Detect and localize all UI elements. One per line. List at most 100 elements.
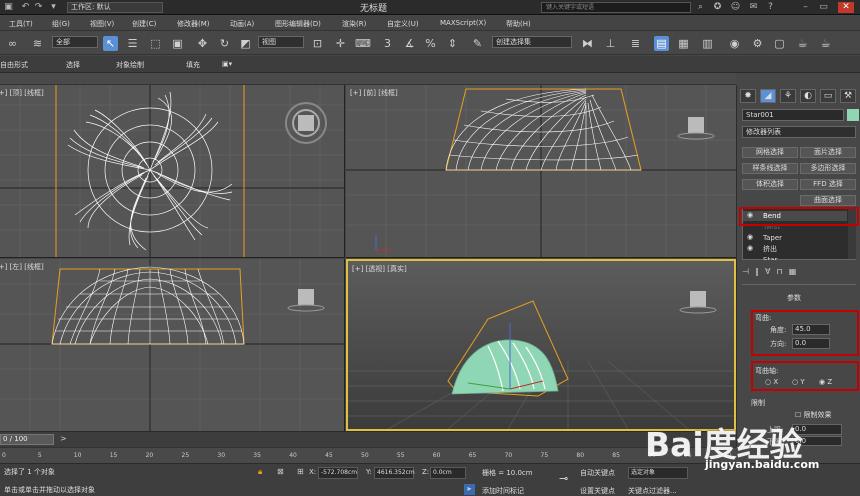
viewcube-perspective[interactable] bbox=[679, 291, 717, 314]
ref-coord-dropdown[interactable]: 视图 bbox=[258, 36, 304, 48]
rollout-title[interactable]: 参数 bbox=[787, 293, 801, 303]
show-end-result-icon[interactable]: ‖ bbox=[755, 267, 765, 276]
isolate-icon[interactable]: ⊠ bbox=[277, 467, 284, 476]
auto-key-button[interactable]: 自动关键点 bbox=[580, 468, 615, 478]
key-mode-dropdown[interactable]: 选定对象 bbox=[628, 467, 688, 479]
material-editor-icon[interactable]: ◉ bbox=[727, 36, 742, 51]
set-key-icon[interactable]: ⊸ bbox=[559, 472, 568, 485]
scale-icon[interactable]: ◩ bbox=[238, 36, 253, 51]
window-crossing-icon[interactable]: ▣ bbox=[170, 36, 185, 51]
modifier-list-dropdown[interactable]: 修改器列表 bbox=[742, 126, 856, 138]
select-object-icon[interactable]: ↖ bbox=[103, 36, 118, 51]
pivot-center-icon[interactable]: ⊡ bbox=[310, 36, 325, 51]
menu-graph-editors[interactable]: 图形编辑器(D) bbox=[275, 19, 321, 29]
maximize-icon[interactable]: ▭ bbox=[818, 2, 829, 13]
menu-maxscript[interactable]: MAXScript(X) bbox=[440, 19, 486, 27]
selection-filter-dropdown[interactable]: 全部 bbox=[52, 36, 98, 48]
ffd-select-button[interactable]: FFD 选择 bbox=[800, 179, 856, 190]
stack-eye-icon[interactable]: ◉ bbox=[747, 233, 753, 241]
align-icon[interactable]: ⊥ bbox=[603, 36, 618, 51]
close-icon[interactable]: ✕ bbox=[838, 2, 854, 13]
tab-object-paint[interactable]: 对象绘制 bbox=[116, 60, 144, 70]
viewport-left[interactable]: [+] [左] [线框] bbox=[0, 259, 345, 431]
display-tab-icon[interactable]: ▭ bbox=[820, 89, 836, 103]
edit-named-selection-icon[interactable]: ✎ bbox=[470, 36, 485, 51]
tab-selection[interactable]: 选择 bbox=[66, 60, 80, 70]
key-filters-button[interactable]: 关键点过滤器... bbox=[628, 486, 677, 496]
undo-icon[interactable]: ↶ bbox=[20, 2, 31, 13]
app-logo-icon[interactable]: ▣ bbox=[3, 2, 14, 13]
menu-view[interactable]: 视图(V) bbox=[90, 19, 114, 29]
x-coord-field[interactable]: -572.708cm bbox=[318, 467, 358, 479]
viewport-top[interactable]: [+] [顶] [线框] bbox=[0, 85, 345, 258]
mirror-icon[interactable]: ⧓ bbox=[580, 36, 595, 51]
time-slider-thumb[interactable]: 0 / 100 bbox=[0, 434, 54, 445]
absolute-mode-icon[interactable]: ⊞ bbox=[297, 467, 304, 476]
minimize-icon[interactable]: – bbox=[800, 2, 811, 13]
move-icon[interactable]: ✥ bbox=[195, 36, 210, 51]
rendered-frame-icon[interactable]: ▢ bbox=[772, 36, 787, 51]
surface-select-button[interactable]: 曲面选择 bbox=[800, 195, 856, 206]
time-slider[interactable]: 0 / 100 > bbox=[0, 431, 736, 447]
set-key-button[interactable]: 设置关键点 bbox=[580, 486, 615, 496]
render-iterative-icon[interactable]: ☕ bbox=[818, 36, 833, 51]
modify-tab-icon[interactable]: ◢ bbox=[760, 89, 776, 103]
quick-access-icon[interactable]: ▾ bbox=[48, 2, 59, 13]
layer-manager-icon[interactable]: ≣ bbox=[628, 36, 643, 51]
link-icon[interactable]: ∞ bbox=[5, 36, 20, 51]
track-bar[interactable]: 0 5 10 15 20 25 30 35 40 45 50 55 60 65 70 75 80 85 90 95 10… bbox=[0, 447, 736, 463]
poly-select-button[interactable]: 多边形选择 bbox=[800, 163, 856, 174]
menu-group[interactable]: 组(G) bbox=[52, 19, 70, 29]
add-time-tag[interactable]: 添加时间标记 bbox=[482, 486, 524, 496]
viewcube-left[interactable] bbox=[287, 289, 325, 312]
spinner-snap-icon[interactable]: ⇕ bbox=[445, 36, 460, 51]
stack-item-taper[interactable]: Taper bbox=[743, 233, 847, 243]
bind-spacewarp-icon[interactable]: ≋ bbox=[30, 36, 45, 51]
lock-selection-icon[interactable]: 🔒︎ bbox=[258, 467, 262, 477]
configure-sets-icon[interactable]: ▦ bbox=[789, 267, 803, 276]
community-icon[interactable]: ✪ bbox=[712, 2, 723, 13]
object-color-swatch[interactable] bbox=[847, 109, 859, 121]
make-unique-icon[interactable]: ∀ bbox=[765, 267, 776, 276]
select-by-name-icon[interactable]: ☰ bbox=[125, 36, 140, 51]
z-coord-field[interactable]: 0.0cm bbox=[430, 467, 466, 479]
menu-modifiers[interactable]: 修改器(M) bbox=[177, 19, 210, 29]
motion-tab-icon[interactable]: ◐ bbox=[800, 89, 816, 103]
help-icon[interactable]: ? bbox=[765, 2, 776, 13]
spline-select-button[interactable]: 样条线选择 bbox=[742, 163, 798, 174]
time-tag-icon[interactable]: ▸ bbox=[464, 484, 475, 495]
redo-icon[interactable]: ↷ bbox=[33, 2, 44, 13]
angle-snap-icon[interactable]: ∡ bbox=[402, 36, 417, 51]
pin-stack-icon[interactable]: ⊣ bbox=[742, 267, 755, 276]
select-manipulate-icon[interactable]: ✛ bbox=[333, 36, 348, 51]
hierarchy-tab-icon[interactable]: ⚘ bbox=[780, 89, 796, 103]
vol-select-button[interactable]: 体积选择 bbox=[742, 179, 798, 190]
tab-populate[interactable]: 填充 bbox=[186, 60, 200, 70]
menu-customize[interactable]: 自定义(U) bbox=[387, 19, 419, 29]
create-tab-icon[interactable]: ✸ bbox=[740, 89, 756, 103]
remove-modifier-icon[interactable]: ⊓ bbox=[776, 267, 788, 276]
menu-rendering[interactable]: 渲染(R) bbox=[342, 19, 366, 29]
search-icon[interactable]: ⌕ bbox=[695, 2, 706, 13]
percent-snap-icon[interactable]: % bbox=[423, 36, 438, 51]
schematic-view-icon[interactable]: ▥ bbox=[700, 36, 715, 51]
ribbon-options-icon[interactable]: ▣▾ bbox=[222, 60, 232, 68]
menu-help[interactable]: 帮助(H) bbox=[506, 19, 531, 29]
viewport-top-label[interactable]: [+] [顶] [线框] bbox=[0, 88, 44, 98]
tab-freeform[interactable]: 自由形式 bbox=[0, 60, 28, 70]
rotate-icon[interactable]: ↻ bbox=[217, 36, 232, 51]
viewport-left-label[interactable]: [+] [左] [线框] bbox=[0, 262, 44, 272]
render-production-icon[interactable]: ☕ bbox=[795, 36, 810, 51]
search-input[interactable]: 键入关键字或短语 bbox=[541, 2, 691, 13]
next-frame-icon[interactable]: > bbox=[60, 434, 67, 443]
rect-selection-icon[interactable]: ⬚ bbox=[148, 36, 163, 51]
snaps-toggle-icon[interactable]: 3 bbox=[380, 36, 395, 51]
patch-select-button[interactable]: 面片选择 bbox=[800, 147, 856, 158]
menu-animation[interactable]: 动画(A) bbox=[230, 19, 254, 29]
render-setup-icon[interactable]: ⚙ bbox=[750, 36, 765, 51]
named-selection-dropdown[interactable]: 创建选择集 bbox=[492, 36, 572, 48]
viewcube-front[interactable] bbox=[677, 117, 715, 140]
viewport-front[interactable]: [+] [前] [线框] bbox=[346, 85, 736, 258]
y-coord-field[interactable]: 4616.352cm bbox=[374, 467, 415, 479]
stack-item-star[interactable]: Star bbox=[743, 255, 847, 260]
